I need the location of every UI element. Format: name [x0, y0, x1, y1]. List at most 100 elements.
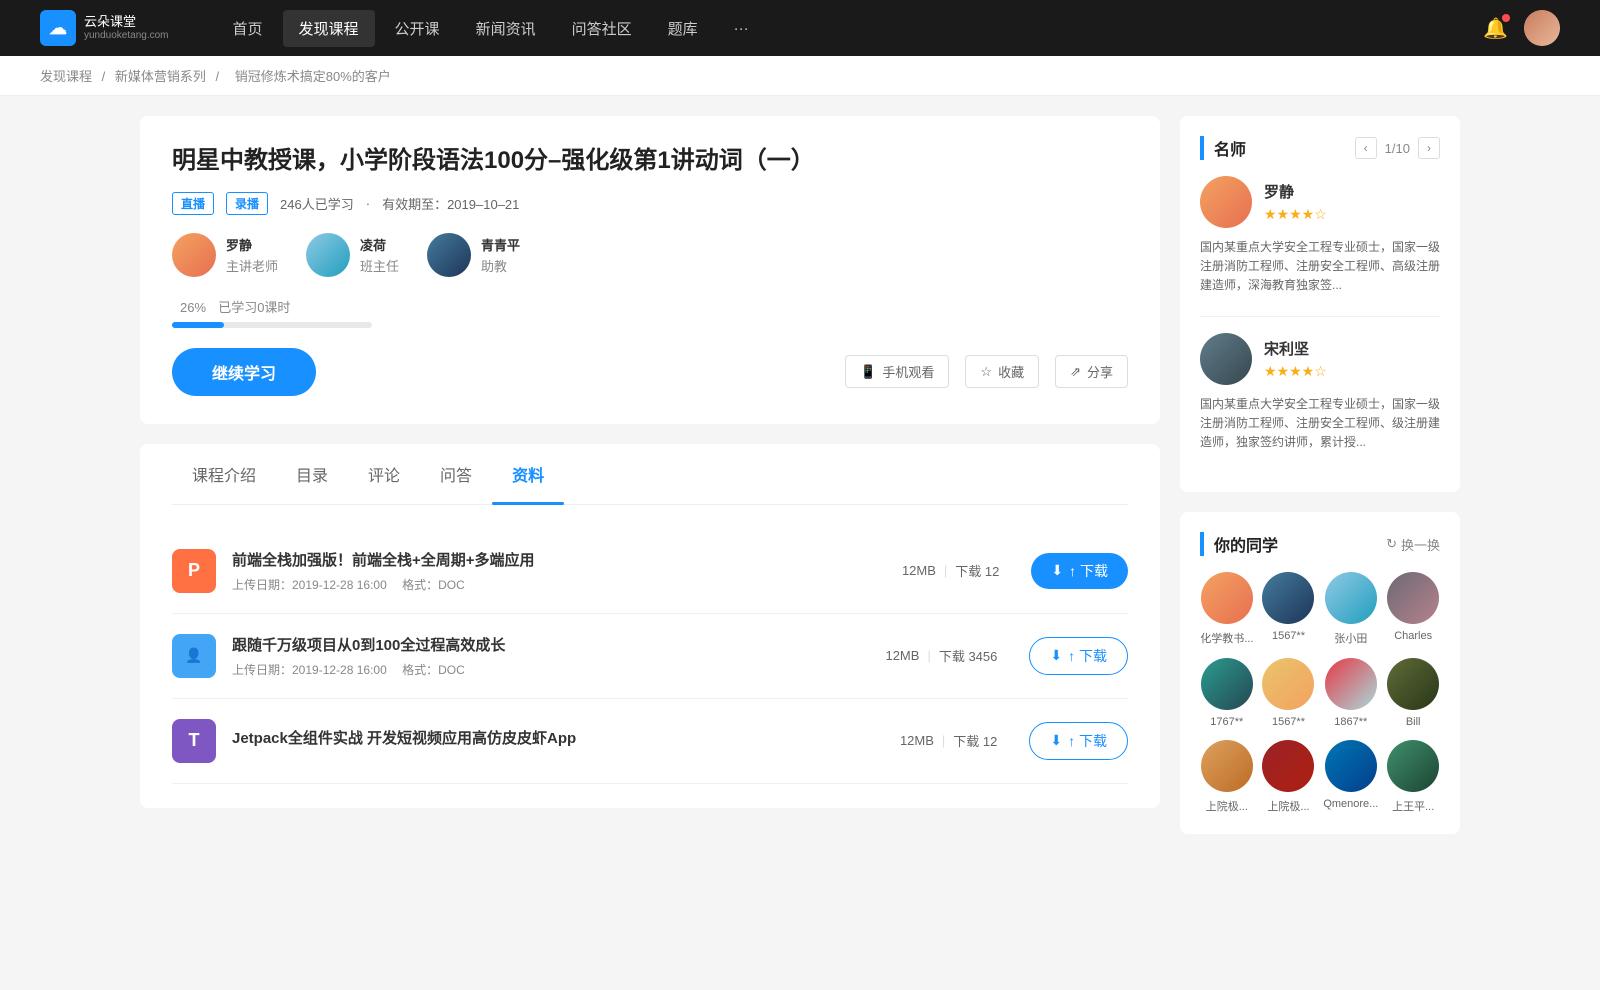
main-container: 明星中教授课，小学阶段语法100分–强化级第1讲动词（一） 直播 录播 246人…: [100, 96, 1500, 874]
download-button-1[interactable]: ⬇ ↑ 下载: [1031, 553, 1128, 589]
classmate-name-10: 上院极...: [1267, 798, 1309, 814]
progress-section: 26% 已学习0课时: [172, 297, 1128, 328]
right-sidebar: 名师 ‹ 1/10 › 罗静 ★★★★☆ 国内: [1180, 116, 1460, 854]
course-actions: 继续学习 📱 手机观看 ☆ 收藏 ⇗ 分享: [172, 348, 1128, 396]
nav-item-questions[interactable]: 题库: [652, 10, 714, 47]
teacher-role-3: 助教: [481, 256, 520, 275]
teacher-name-2: 凌荷: [360, 235, 399, 254]
course-card: 明星中教授课，小学阶段语法100分–强化级第1讲动词（一） 直播 录播 246人…: [140, 116, 1160, 424]
page-info: 1/10: [1385, 141, 1410, 156]
bell-icon[interactable]: 🔔: [1483, 16, 1508, 41]
course-title: 明星中教授课，小学阶段语法100分–强化级第1讲动词（一）: [172, 144, 1128, 178]
file-item-2: 👤 跟随千万级项目从0到100全过程高效成长 上传日期：2019-12-28 1…: [172, 614, 1128, 699]
action-buttons: 📱 手机观看 ☆ 收藏 ⇗ 分享: [845, 355, 1128, 388]
classmate-12: 上王平...: [1386, 740, 1440, 814]
share-button[interactable]: ⇗ 分享: [1055, 355, 1128, 388]
classmate-name-6: 1567**: [1272, 716, 1305, 728]
teachers-pagination: ‹ 1/10 ›: [1355, 137, 1440, 159]
teachers-title: 名师: [1200, 136, 1246, 160]
classmate-9: 上院极...: [1200, 740, 1254, 814]
classmate-2: 1567**: [1262, 572, 1316, 646]
nav-item-more[interactable]: ···: [718, 12, 765, 45]
teacher-name-3: 青青平: [481, 235, 520, 254]
collect-button[interactable]: ☆ 收藏: [965, 355, 1039, 388]
nav-item-home[interactable]: 首页: [217, 10, 279, 47]
classmates-card: 你的同学 ↻ 换一换 化学教书... 1567** 张小田: [1180, 512, 1460, 834]
nav-right: 🔔: [1483, 10, 1560, 46]
notification-dot: [1502, 14, 1510, 22]
mobile-view-button[interactable]: 📱 手机观看: [845, 355, 949, 388]
file-stats-2: 12MB | 下载 3456: [885, 646, 997, 665]
refresh-classmates-button[interactable]: ↻ 换一换: [1386, 535, 1440, 554]
badge-record: 录播: [226, 192, 268, 215]
classmate-avatar-11: [1325, 740, 1377, 792]
classmate-name-1: 化学教书...: [1200, 630, 1253, 646]
navbar: ☁ 云朵课堂 yunduoketang.com 首页 发现课程 公开课 新闻资讯…: [0, 0, 1600, 56]
teacher-desc-1: 国内某重点大学安全工程专业硕士，国家一级注册消防工程师、注册安全工程师、高级注册…: [1200, 238, 1440, 296]
download-button-2[interactable]: ⬇ ↑ 下载: [1029, 637, 1128, 675]
logo[interactable]: ☁ 云朵课堂 yunduoketang.com: [40, 10, 169, 46]
refresh-icon: ↻: [1386, 536, 1397, 552]
file-meta-2: 上传日期：2019-12-28 16:00 格式：DOC: [232, 661, 869, 678]
nav-item-discover[interactable]: 发现课程: [283, 10, 375, 47]
teacher-1: 罗静 主讲老师: [172, 233, 278, 277]
breadcrumb-series[interactable]: 新媒体营销系列: [115, 69, 206, 84]
user-avatar-nav[interactable]: [1524, 10, 1560, 46]
continue-study-button[interactable]: 继续学习: [172, 348, 316, 396]
student-count: 246人已学习: [280, 194, 354, 213]
classmates-header: 你的同学 ↻ 换一换: [1200, 532, 1440, 556]
classmate-8: Bill: [1386, 658, 1440, 728]
teacher-2: 凌荷 班主任: [306, 233, 399, 277]
tabs-container: 课程介绍 目录 评论 问答 资料 P 前端全栈加强版！前端全栈+全周期+多端应用…: [140, 444, 1160, 808]
classmate-name-8: Bill: [1406, 716, 1421, 728]
progress-label: 26% 已学习0课时: [172, 297, 1128, 316]
classmate-name-3: 张小田: [1334, 630, 1367, 646]
download-button-3[interactable]: ⬇ ↑ 下载: [1029, 722, 1128, 760]
classmate-name-7: 1867**: [1334, 716, 1367, 728]
teacher-card-header-1: 罗静 ★★★★☆: [1200, 176, 1440, 228]
classmate-avatar-6: [1262, 658, 1314, 710]
badge-live: 直播: [172, 192, 214, 215]
tab-intro[interactable]: 课程介绍: [172, 444, 276, 504]
nav-item-open[interactable]: 公开课: [379, 10, 456, 47]
classmate-avatar-7: [1325, 658, 1377, 710]
download-icon-3: ⬇: [1050, 732, 1062, 749]
progress-bar: [172, 322, 372, 328]
classmate-name-9: 上院极...: [1206, 798, 1248, 814]
progress-fill: [172, 322, 224, 328]
teachers-card: 名师 ‹ 1/10 › 罗静 ★★★★☆ 国内: [1180, 116, 1460, 492]
classmate-6: 1567**: [1262, 658, 1316, 728]
prev-page-btn[interactable]: ‹: [1355, 137, 1377, 159]
download-icon-1: ⬇: [1051, 562, 1063, 579]
next-page-btn[interactable]: ›: [1418, 137, 1440, 159]
classmate-avatar-9: [1201, 740, 1253, 792]
tab-materials[interactable]: 资料: [492, 444, 564, 504]
classmate-10: 上院极...: [1262, 740, 1316, 814]
file-icon-3: T: [172, 719, 216, 763]
tab-catalog[interactable]: 目录: [276, 444, 348, 504]
classmate-name-4: Charles: [1394, 630, 1432, 642]
tabs: 课程介绍 目录 评论 问答 资料: [172, 444, 1128, 505]
classmate-avatar-8: [1387, 658, 1439, 710]
teacher-3: 青青平 助教: [427, 233, 520, 277]
teacher-card-info-1: 罗静 ★★★★☆: [1264, 181, 1327, 223]
teachers: 罗静 主讲老师 凌荷 班主任 青青平 助教: [172, 233, 1128, 277]
share-icon: ⇗: [1070, 364, 1081, 380]
tab-review[interactable]: 评论: [348, 444, 420, 504]
classmate-avatar-12: [1387, 740, 1439, 792]
classmate-1: 化学教书...: [1200, 572, 1254, 646]
nav-item-qa[interactable]: 问答社区: [556, 10, 648, 47]
logo-text: 云朵课堂 yunduoketang.com: [84, 14, 169, 42]
classmate-name-11: Qmenore...: [1323, 798, 1378, 810]
breadcrumb-current: 销冠修炼术搞定80%的客户: [235, 69, 391, 84]
teacher-info-2: 凌荷 班主任: [360, 235, 399, 275]
file-info-3: Jetpack全组件实战 开发短视频应用高仿皮皮虾App: [232, 727, 884, 754]
breadcrumb-discover[interactable]: 发现课程: [40, 69, 92, 84]
teacher-card-name-2: 宋利坚: [1264, 338, 1327, 359]
nav-items: 首页 发现课程 公开课 新闻资讯 问答社区 题库 ···: [217, 10, 1452, 47]
tab-qa[interactable]: 问答: [420, 444, 492, 504]
nav-item-news[interactable]: 新闻资讯: [460, 10, 552, 47]
teacher-name-1: 罗静: [226, 235, 278, 254]
file-item-3: T Jetpack全组件实战 开发短视频应用高仿皮皮虾App 12MB | 下载…: [172, 699, 1128, 784]
classmate-avatar-2: [1262, 572, 1314, 624]
